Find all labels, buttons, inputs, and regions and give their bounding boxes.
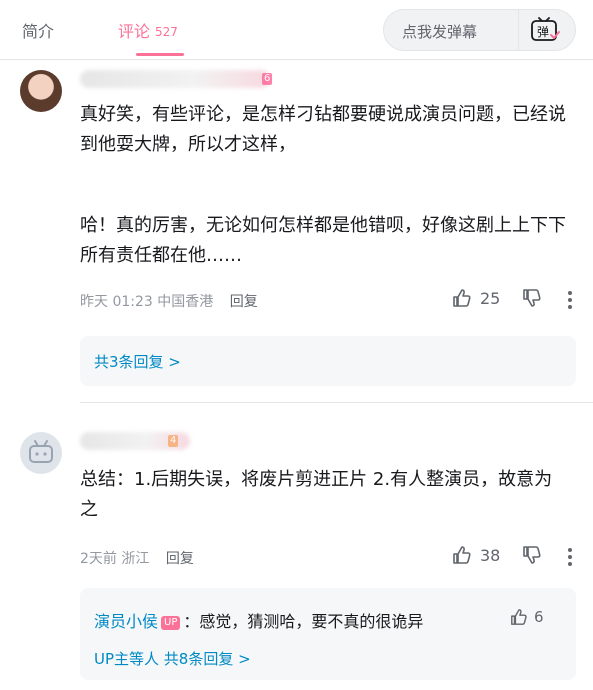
tab-bar: 简介 评论 527 点我发弹幕 弹	[0, 0, 593, 60]
comment-text: 总结：1.后期失误，将废片剪进正片 2.有人整演员，故意为之	[80, 469, 553, 520]
sub-reply-like-count: 6	[534, 608, 544, 626]
default-avatar-icon	[29, 440, 53, 463]
sub-reply-text: ：感觉，猜测哈，要不真的很诡异	[183, 612, 424, 631]
comment-meta: 昨天 01:23 中国香港 回复	[80, 291, 258, 311]
tab-intro[interactable]: 简介	[22, 18, 54, 42]
avatar[interactable]	[20, 432, 62, 474]
replies-box: 演员小侯 UP ：感觉，猜测哈，要不真的很诡异 6 UP主等人 共8条回复 >	[80, 588, 576, 680]
danmaku-toggle-icon[interactable]: 弹	[530, 17, 560, 43]
thumbs-up-icon	[453, 289, 471, 307]
view-replies-link[interactable]: 共3条回复 >	[94, 351, 181, 372]
comment-location: 中国香港	[157, 294, 214, 310]
tab-comments[interactable]: 评论 527	[118, 18, 178, 42]
comment-time: 昨天 01:23	[80, 294, 153, 310]
thumbs-up-icon	[453, 546, 471, 564]
tab-comments-label: 评论	[118, 22, 151, 41]
username-blurred[interactable]	[80, 70, 270, 88]
view-replies-link[interactable]: UP主等人 共8条回复 >	[94, 648, 251, 669]
up-badge: UP	[161, 616, 181, 630]
comment-count: 527	[155, 25, 178, 39]
thumbs-down-icon[interactable]	[522, 288, 542, 308]
comment-time: 2天前	[80, 551, 117, 567]
like-button[interactable]: 25	[452, 288, 500, 308]
sub-reply-author[interactable]: 演员小侯	[94, 612, 158, 631]
comment-meta: 2天前 浙江 回复	[80, 548, 194, 568]
like-count: 25	[480, 288, 501, 308]
sub-reply-like-button[interactable]: 6	[510, 608, 544, 626]
avatar[interactable]	[20, 70, 62, 112]
more-options-icon[interactable]	[568, 291, 572, 312]
comment-divider	[80, 402, 593, 403]
danmaku-separator	[518, 10, 519, 50]
replies-box: 共3条回复 >	[80, 336, 576, 386]
thumbs-down-icon[interactable]	[522, 545, 542, 565]
like-button[interactable]: 38	[452, 545, 500, 565]
tab-divider	[0, 59, 593, 60]
more-options-icon[interactable]	[568, 548, 572, 569]
comment-text: 哈！真的厉害，无论如何怎样都是他错呗，好像这剧上上下下所有责任都在他……	[80, 215, 566, 266]
danmaku-placeholder: 点我发弹幕	[402, 23, 478, 41]
thumbs-up-icon	[511, 609, 527, 625]
comment-text: 真好笑，有些评论，是怎样刁钻都要硬说成演员问题，已经说到他耍大牌，所以才这样，	[80, 104, 566, 155]
level-badge: 4	[168, 435, 179, 447]
level-badge: 6	[262, 73, 273, 85]
comment-location: 浙江	[121, 551, 150, 567]
like-count: 38	[480, 545, 501, 565]
reply-button[interactable]: 回复	[230, 294, 258, 310]
danmaku-input[interactable]: 点我发弹幕 弹	[383, 9, 576, 51]
reply-button[interactable]: 回复	[166, 551, 194, 567]
active-tab-indicator	[136, 53, 184, 56]
sub-reply: 演员小侯 UP ：感觉，猜测哈，要不真的很诡异	[94, 608, 423, 632]
danmaku-icon-glyph: 弹	[537, 25, 549, 39]
